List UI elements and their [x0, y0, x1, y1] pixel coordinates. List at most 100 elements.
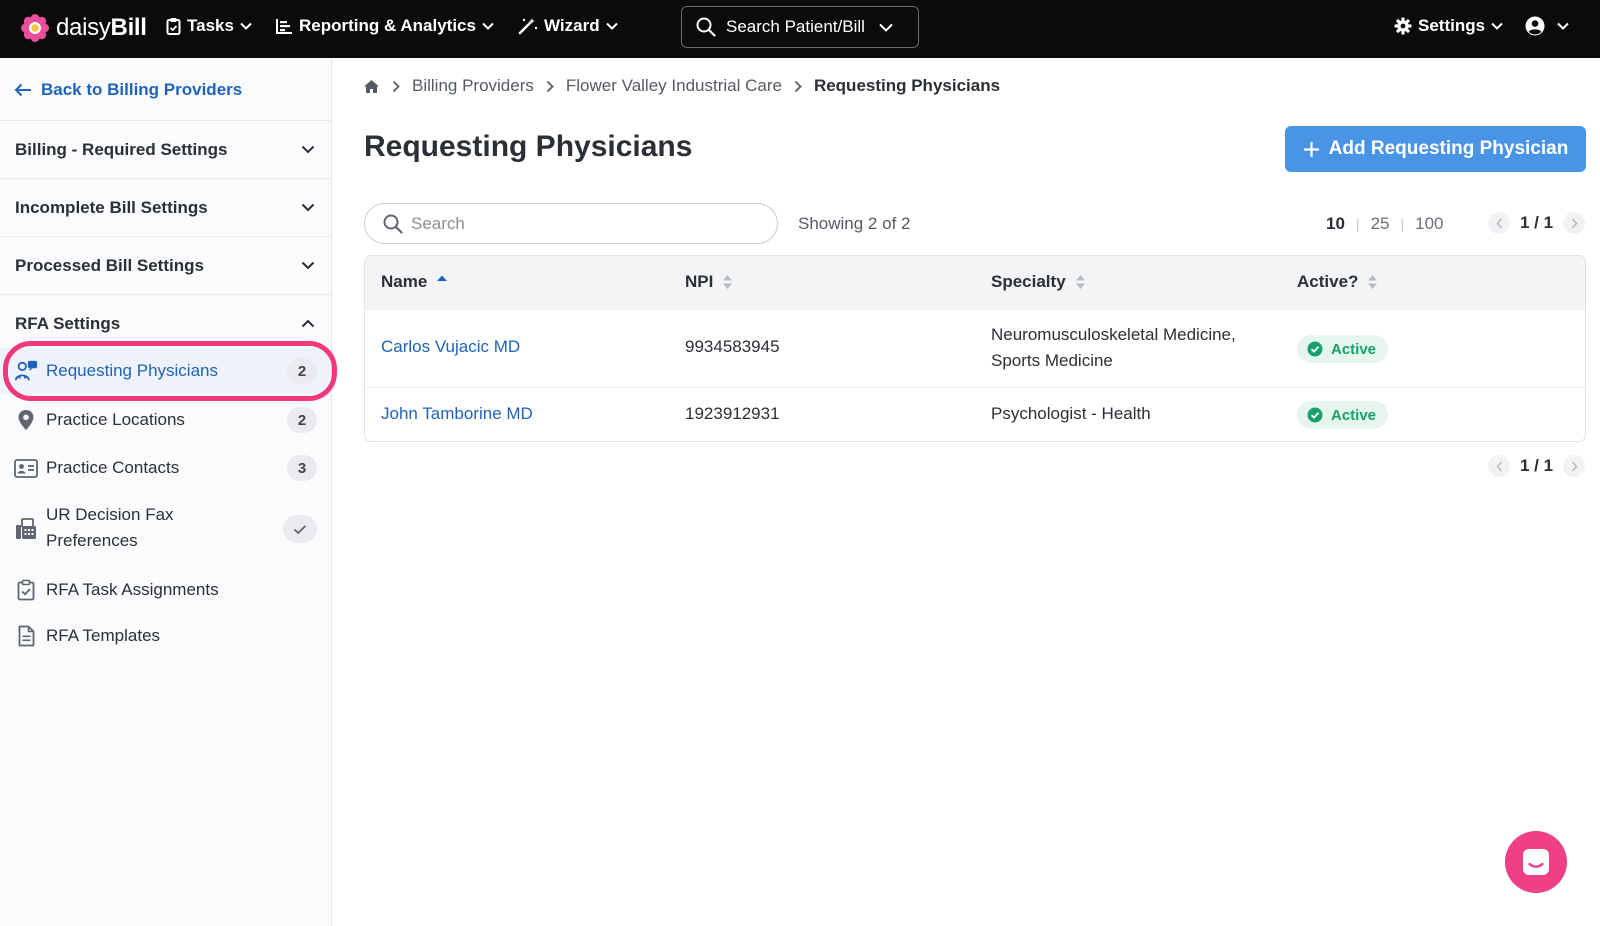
specialty-line-2: Sports Medicine: [991, 351, 1113, 370]
table-header: Name NPI Specialty Active?: [365, 256, 1585, 309]
patient-bill-search-label: Search Patient/Bill: [726, 17, 865, 36]
section-label: Processed Bill Settings: [15, 255, 204, 275]
prev-page-button[interactable]: [1488, 455, 1510, 477]
sidebar-item-rfa-task-assignments[interactable]: RFA Task Assignments: [0, 568, 331, 612]
status-label: Active: [1331, 340, 1377, 358]
sidebar-item-label: RFA Task Assignments: [46, 580, 219, 599]
next-page-button[interactable]: [1563, 212, 1586, 234]
bar-chart-icon: [276, 19, 292, 34]
count-badge: 3: [287, 455, 317, 481]
physician-name-link[interactable]: John Tamborine MD: [381, 401, 533, 427]
column-label: Specialty: [991, 272, 1066, 291]
sidebar-item-requesting-physicians[interactable]: Requesting Physicians 2: [0, 348, 331, 394]
sidebar-item-practice-contacts[interactable]: Practice Contacts 3: [0, 446, 331, 490]
back-to-billing-providers-link[interactable]: Back to Billing Providers: [14, 80, 242, 100]
chevron-down-icon: [879, 23, 893, 32]
arrow-left-icon: [14, 83, 31, 97]
prev-page-button[interactable]: [1488, 212, 1510, 234]
breadcrumb-billing-providers[interactable]: Billing Providers: [412, 76, 534, 96]
home-icon[interactable]: [363, 79, 380, 94]
label-line-1: UR Decision Fax: [46, 505, 174, 524]
section-label: Billing - Required Settings: [15, 139, 228, 159]
section-processed-bill-settings[interactable]: Processed Bill Settings: [0, 236, 331, 294]
user-avatar-icon: [1525, 16, 1545, 36]
specialty-value: Neuromusculoskeletal Medicine, Sports Med…: [991, 322, 1236, 374]
table-row: Carlos Vujacic MD 9934583945 Neuromuscul…: [365, 309, 1585, 387]
chevron-down-icon: [1557, 22, 1569, 30]
section-label: RFA Settings: [15, 313, 121, 333]
requesting-physicians-table: Name NPI Specialty Active? Carlos Vujaci…: [364, 255, 1586, 442]
add-requesting-physician-button[interactable]: Add Requesting Physician: [1285, 126, 1586, 172]
sort-icon: [723, 275, 733, 289]
section-rfa-settings[interactable]: RFA Settings: [0, 294, 331, 352]
section-label: Incomplete Bill Settings: [15, 197, 208, 217]
search-icon: [696, 17, 716, 37]
user-account-menu[interactable]: [1525, 16, 1569, 36]
column-header-name[interactable]: Name: [381, 272, 448, 292]
logo-text-light: daisy: [56, 14, 111, 41]
column-label: NPI: [685, 272, 714, 291]
chevron-down-icon: [301, 261, 315, 270]
physician-name-link[interactable]: Carlos Vujacic MD: [381, 334, 520, 360]
count-badge: 2: [287, 358, 317, 384]
table-search-input[interactable]: [411, 213, 751, 234]
map-pin-icon: [14, 408, 38, 432]
status-badge: Active: [1297, 335, 1389, 363]
results-count: Showing 2 of 2: [798, 214, 911, 233]
chevron-down-icon: [301, 203, 315, 212]
next-page-button[interactable]: [1563, 455, 1586, 477]
sidebar-item-label: Practice Locations: [46, 410, 185, 429]
search-icon: [383, 214, 403, 234]
breadcrumb-provider[interactable]: Flower Valley Industrial Care: [566, 76, 782, 96]
check-icon: [283, 515, 317, 543]
sidebar-item-label: UR Decision Fax Preferences: [46, 502, 174, 554]
page-title: Requesting Physicians: [364, 130, 693, 163]
npi-value: 1923912931: [685, 404, 780, 423]
specialty-value: Psychologist - Health: [991, 404, 1151, 423]
divider: |: [1400, 216, 1405, 232]
sidebar-item-practice-locations[interactable]: Practice Locations 2: [0, 398, 331, 442]
pagination-bottom: 1 / 1: [1488, 455, 1586, 477]
physician-icon: [14, 359, 38, 383]
nav-wizard-label: Wizard: [544, 16, 600, 35]
label-line-2: Preferences: [46, 531, 138, 550]
page-size-25[interactable]: 25: [1371, 214, 1390, 234]
clipboard-icon: [166, 18, 181, 35]
page-size-100[interactable]: 100: [1415, 214, 1443, 234]
page-size-10[interactable]: 10: [1326, 214, 1345, 234]
fax-icon: [14, 517, 38, 541]
daisybill-logo[interactable]: daisyBill: [20, 13, 147, 43]
chevron-right-icon: [546, 80, 554, 93]
column-header-specialty[interactable]: Specialty: [991, 272, 1086, 292]
table-search-field[interactable]: [364, 203, 778, 244]
sidebar-item-rfa-templates[interactable]: RFA Templates: [0, 614, 331, 658]
chevron-down-icon: [301, 145, 315, 154]
contact-card-icon: [14, 456, 38, 480]
status-label: Active: [1331, 406, 1377, 424]
clipboard-check-icon: [14, 578, 38, 602]
sidebar-item-ur-decision-fax-preferences[interactable]: UR Decision Fax Preferences: [0, 494, 331, 564]
npi-value: 9934583945: [685, 337, 780, 356]
status-badge: Active: [1297, 401, 1389, 429]
sidebar-item-label: Practice Contacts: [46, 458, 180, 477]
chat-support-button[interactable]: [1505, 831, 1567, 893]
nav-tasks-label: Tasks: [187, 16, 234, 35]
column-header-active[interactable]: Active?: [1297, 272, 1378, 292]
column-label: Active?: [1297, 272, 1359, 291]
add-button-label: Add Requesting Physician: [1328, 138, 1569, 159]
chevron-down-icon: [482, 22, 494, 30]
patient-bill-search[interactable]: Search Patient/Bill: [681, 6, 919, 48]
section-billing-required-settings[interactable]: Billing - Required Settings: [0, 120, 331, 178]
nav-reporting-analytics[interactable]: Reporting & Analytics: [276, 16, 494, 36]
column-header-npi[interactable]: NPI: [685, 272, 733, 292]
pagination-top: 1 / 1: [1488, 212, 1586, 234]
nav-settings[interactable]: Settings: [1394, 16, 1503, 36]
gear-icon: [1394, 17, 1412, 35]
column-label: Name: [381, 272, 428, 291]
nav-wizard[interactable]: Wizard: [518, 16, 618, 36]
document-icon: [14, 624, 38, 648]
nav-settings-label: Settings: [1418, 16, 1486, 35]
page-size-selector: 10 | 25 | 100: [1326, 214, 1444, 234]
nav-tasks[interactable]: Tasks: [166, 16, 252, 36]
section-incomplete-bill-settings[interactable]: Incomplete Bill Settings: [0, 178, 331, 236]
